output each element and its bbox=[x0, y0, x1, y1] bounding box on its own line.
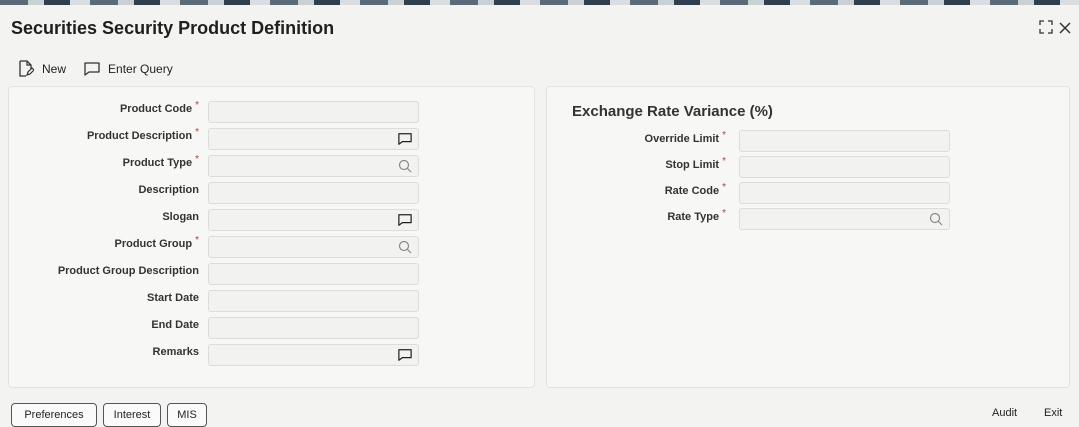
comment-icon[interactable] bbox=[398, 213, 412, 227]
required-marker: * bbox=[195, 153, 199, 165]
required-marker: * bbox=[722, 155, 726, 167]
product-description-field[interactable] bbox=[208, 128, 419, 150]
product-type-label-row: Product Type * bbox=[9, 153, 199, 170]
product-description-label: Product Description bbox=[86, 130, 193, 142]
footer-bar: Preferences Interest MIS Audit Exit bbox=[0, 399, 1079, 427]
product-type-field[interactable] bbox=[208, 155, 419, 177]
product-code-field[interactable] bbox=[208, 101, 419, 123]
stop-limit-label: Stop Limit bbox=[665, 159, 720, 171]
required-marker: * bbox=[195, 126, 199, 138]
required-marker: * bbox=[195, 99, 199, 111]
product-group-description-field[interactable] bbox=[208, 263, 419, 285]
enter-query-label: Enter Query bbox=[108, 61, 173, 76]
description-label: Description bbox=[138, 184, 199, 196]
slogan-field[interactable] bbox=[208, 209, 419, 231]
product-code-label: Product Code bbox=[119, 103, 193, 115]
override-limit-field[interactable] bbox=[739, 130, 950, 152]
product-group-field[interactable] bbox=[208, 236, 419, 258]
description-field[interactable] bbox=[208, 182, 419, 204]
start-date-field[interactable] bbox=[208, 290, 419, 312]
required-marker: * bbox=[195, 234, 199, 246]
start-date-label: Start Date bbox=[147, 292, 199, 304]
window-controls bbox=[1039, 20, 1071, 38]
stop-limit-label-row: Stop Limit * bbox=[547, 155, 726, 172]
new-document-icon bbox=[19, 60, 34, 77]
override-limit-label: Override Limit bbox=[644, 133, 720, 145]
audit-button[interactable]: Audit bbox=[992, 407, 1017, 419]
product-group-label-row: Product Group * bbox=[9, 234, 199, 251]
comment-icon[interactable] bbox=[398, 348, 412, 362]
product-code-label-row: Product Code * bbox=[9, 99, 199, 116]
required-marker: * bbox=[722, 181, 726, 193]
maximize-icon[interactable] bbox=[1039, 20, 1053, 38]
search-icon[interactable] bbox=[929, 212, 943, 226]
slogan-label-row: Slogan bbox=[9, 211, 199, 223]
comment-icon[interactable] bbox=[398, 132, 412, 146]
remarks-label: Remarks bbox=[152, 346, 199, 358]
page-title: Securities Security Product Definition bbox=[11, 18, 335, 38]
override-limit-label-row: Override Limit * bbox=[547, 129, 726, 146]
decorative-header-strip bbox=[0, 0, 1079, 5]
rate-code-field[interactable] bbox=[739, 182, 950, 204]
start-date-label-row: Start Date bbox=[9, 292, 199, 304]
product-type-label: Product Type bbox=[122, 157, 193, 169]
end-date-label: End Date bbox=[151, 319, 199, 331]
stop-limit-field[interactable] bbox=[739, 156, 950, 178]
product-details-panel: Product Code * Product Description * Produ… bbox=[8, 86, 535, 388]
rate-code-label: Rate Code bbox=[664, 185, 720, 197]
new-button[interactable]: New bbox=[18, 60, 66, 77]
mis-button[interactable]: MIS bbox=[167, 403, 207, 427]
required-marker: * bbox=[722, 207, 726, 219]
search-icon[interactable] bbox=[398, 159, 412, 173]
toolbar: New Enter Query bbox=[18, 60, 173, 77]
product-group-description-label-row: Product Group Description bbox=[9, 265, 199, 277]
rate-type-label: Rate Type bbox=[667, 211, 720, 223]
close-icon[interactable] bbox=[1059, 21, 1071, 38]
interest-button[interactable]: Interest bbox=[103, 403, 161, 427]
section-title: Exchange Rate Variance (%) bbox=[572, 103, 773, 120]
end-date-field[interactable] bbox=[208, 317, 419, 339]
rate-code-label-row: Rate Code * bbox=[547, 181, 726, 198]
end-date-label-row: End Date bbox=[9, 319, 199, 331]
enter-query-button[interactable]: Enter Query bbox=[84, 62, 173, 76]
preferences-button[interactable]: Preferences bbox=[11, 403, 97, 427]
required-marker: * bbox=[722, 129, 726, 141]
product-group-label: Product Group bbox=[114, 238, 193, 250]
new-label: New bbox=[42, 61, 67, 76]
exit-button[interactable]: Exit bbox=[1044, 407, 1062, 419]
slogan-label: Slogan bbox=[162, 211, 199, 223]
rate-type-field[interactable] bbox=[739, 208, 950, 230]
remarks-field[interactable] bbox=[208, 344, 419, 366]
rate-type-label-row: Rate Type * bbox=[547, 207, 726, 224]
product-group-description-label: Product Group Description bbox=[57, 265, 199, 277]
description-label-row: Description bbox=[9, 184, 199, 196]
search-icon[interactable] bbox=[398, 240, 412, 254]
exchange-rate-variance-panel: Exchange Rate Variance (%) Override Limi… bbox=[546, 86, 1070, 388]
remarks-label-row: Remarks bbox=[9, 346, 199, 358]
query-comment-icon bbox=[84, 61, 100, 76]
product-description-label-row: Product Description * bbox=[9, 126, 199, 143]
